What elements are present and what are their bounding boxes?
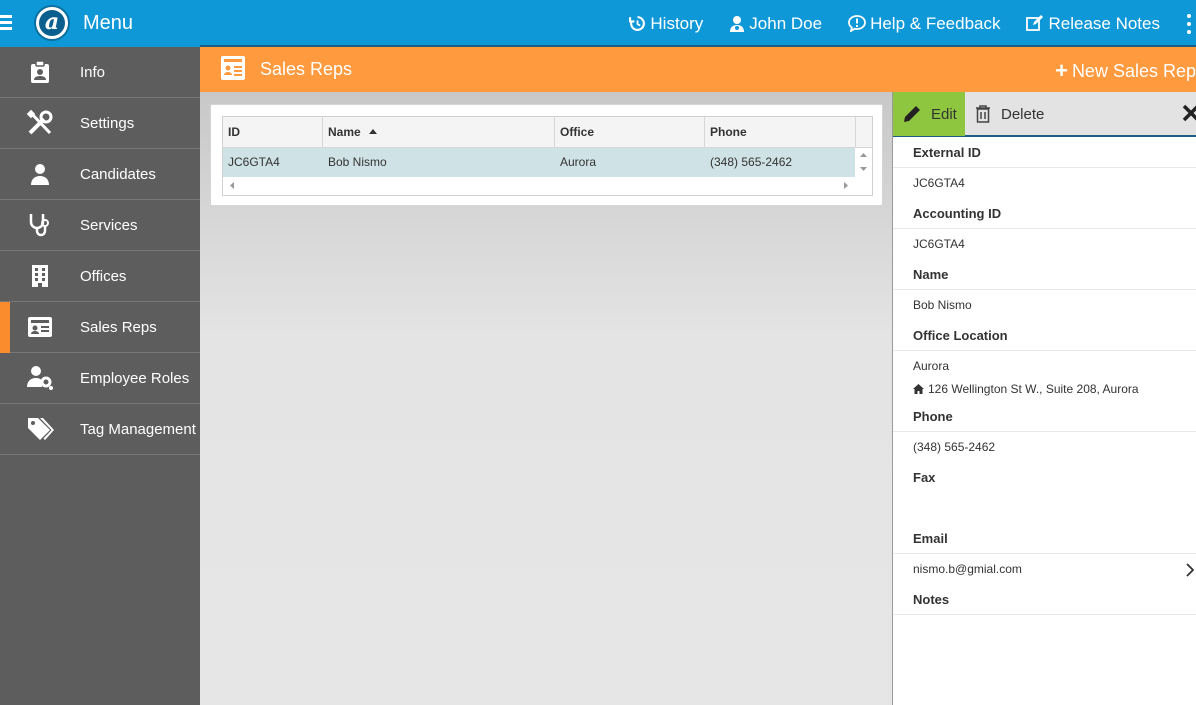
building-icon	[24, 260, 56, 292]
app-logo[interactable]: a	[34, 5, 70, 41]
sidebar-item-tag-management[interactable]: Tag Management	[0, 404, 200, 455]
top-bar: a Menu History John Doe Help & Feedback …	[0, 0, 1196, 47]
sidebar-item-info[interactable]: Info	[0, 47, 200, 98]
sidebar-item-label: Offices	[80, 267, 127, 285]
sidebar-item-label: Tag Management	[80, 420, 196, 438]
history-label: History	[650, 13, 704, 33]
name-value: Bob Nismo	[913, 298, 972, 312]
office-location-value: Aurora	[913, 359, 950, 373]
sidebar-item-label: Sales Reps	[80, 318, 157, 336]
cell-office: Aurora	[560, 155, 597, 169]
history-icon	[629, 16, 646, 31]
scroll-down-icon	[860, 167, 867, 171]
phone-value: (348) 565-2462	[913, 440, 996, 454]
vertical-scrollbar[interactable]	[855, 148, 872, 177]
plus-icon: +	[1055, 58, 1068, 83]
sidebar-item-candidates[interactable]: Candidates	[0, 149, 200, 200]
new-sales-rep-label: New Sales Rep	[1071, 60, 1196, 81]
sort-ascending-icon	[368, 129, 377, 134]
email-label: Email	[893, 523, 1196, 554]
help-feedback-label: Help & Feedback	[870, 13, 1001, 33]
notes-label: Notes	[893, 584, 1196, 615]
office-address-text: 126 Wellington St W., Suite 208, Aurora	[928, 382, 1139, 396]
accounting-id-label: Accounting ID	[893, 198, 1196, 229]
detail-toolbar: Edit Delete	[893, 92, 1196, 137]
sidebar-item-label: Services	[80, 216, 138, 234]
user-menu[interactable]: John Doe	[729, 14, 822, 34]
user-gears-icon	[24, 362, 56, 394]
fax-label: Fax	[913, 470, 936, 485]
main-content: ID Name Office Phone JC6GTA4 Bob Nismo A…	[200, 92, 892, 705]
horizontal-scrollbar[interactable]	[223, 177, 872, 194]
office-location-label: Office Location	[893, 320, 1196, 351]
edit-button[interactable]: Edit	[893, 92, 965, 136]
id-card-icon	[220, 55, 246, 86]
sidebar-item-label: Employee Roles	[80, 369, 190, 387]
new-sales-rep-button[interactable]: + New Sales Rep	[1055, 58, 1196, 84]
delete-label: Delete	[1001, 105, 1045, 123]
sidebar-item-offices[interactable]: Offices	[0, 251, 200, 302]
column-header-phone[interactable]: Phone	[705, 117, 856, 147]
scroll-up-icon	[860, 153, 867, 157]
sidebar-item-employee-roles[interactable]: Employee Roles	[0, 353, 200, 404]
stethoscope-icon	[24, 209, 56, 241]
column-header-name[interactable]: Name	[323, 117, 555, 147]
phone-label: Phone	[893, 401, 1196, 432]
more-options-icon[interactable]	[1186, 13, 1192, 34]
badge-icon	[24, 56, 56, 88]
help-icon	[848, 15, 866, 32]
fax-value	[893, 493, 1196, 523]
trash-icon	[976, 105, 990, 123]
office-address: 126 Wellington St W., Suite 208, Aurora	[893, 377, 1196, 401]
scroll-left-icon	[230, 182, 234, 189]
sidebar-item-label: Candidates	[80, 165, 156, 183]
history-link[interactable]: History	[629, 14, 703, 34]
close-icon[interactable]	[1182, 103, 1196, 128]
page-header: Sales Reps + New Sales Rep	[200, 47, 1196, 92]
tags-icon	[24, 413, 56, 445]
name-label: Name	[893, 259, 1196, 290]
id-card-icon	[24, 311, 56, 343]
column-header-office[interactable]: Office	[555, 117, 705, 147]
column-header-id[interactable]: ID	[223, 117, 323, 147]
grid-header-row: ID Name Office Phone	[223, 117, 872, 148]
edit-label: Edit	[931, 105, 957, 123]
top-nav: History John Doe Help & Feedback Release…	[629, 0, 1196, 47]
cell-id: JC6GTA4	[228, 155, 280, 169]
detail-panel: Edit Delete External ID JC6GTA4 Accounti…	[892, 92, 1196, 705]
menu-title[interactable]: Menu	[83, 12, 133, 35]
page-title: Sales Reps	[260, 59, 353, 79]
tools-icon	[24, 107, 56, 139]
scroll-right-icon	[844, 182, 848, 189]
person-icon	[24, 158, 56, 190]
delete-button[interactable]: Delete	[975, 92, 1044, 136]
cell-name: Bob Nismo	[328, 155, 387, 169]
home-icon	[913, 384, 924, 394]
sidebar-item-label: Info	[80, 63, 106, 81]
chevron-right-icon	[1186, 563, 1194, 577]
user-icon	[730, 16, 745, 32]
help-feedback-link[interactable]: Help & Feedback	[848, 14, 1000, 34]
grid-card: ID Name Office Phone JC6GTA4 Bob Nismo A…	[210, 104, 883, 206]
sidebar-item-services[interactable]: Services	[0, 200, 200, 251]
accounting-id-value: JC6GTA4	[913, 237, 965, 251]
external-id-value: JC6GTA4	[913, 176, 965, 190]
sidebar-item-label: Settings	[80, 114, 135, 132]
sidebar-item-sales-reps[interactable]: Sales Reps	[0, 302, 200, 353]
email-value: nismo.b@gmial.com	[913, 562, 1022, 576]
release-notes-link[interactable]: Release Notes	[1026, 14, 1160, 34]
hamburger-menu-icon[interactable]	[0, 15, 12, 31]
user-name: John Doe	[749, 13, 823, 33]
release-notes-label: Release Notes	[1048, 13, 1160, 33]
edit-icon	[1026, 15, 1044, 31]
cell-phone: (348) 565-2462	[710, 155, 793, 169]
sales-reps-grid: ID Name Office Phone JC6GTA4 Bob Nismo A…	[222, 116, 873, 196]
sidebar-item-settings[interactable]: Settings	[0, 98, 200, 149]
table-row[interactable]: JC6GTA4 Bob Nismo Aurora (348) 565-2462	[223, 148, 856, 177]
pencil-icon	[904, 106, 920, 122]
sidebar: Info Settings Candidates Services Office…	[0, 47, 200, 705]
email-row[interactable]: nismo.b@gmial.com	[893, 554, 1196, 584]
external-id-label: External ID	[893, 137, 1196, 168]
